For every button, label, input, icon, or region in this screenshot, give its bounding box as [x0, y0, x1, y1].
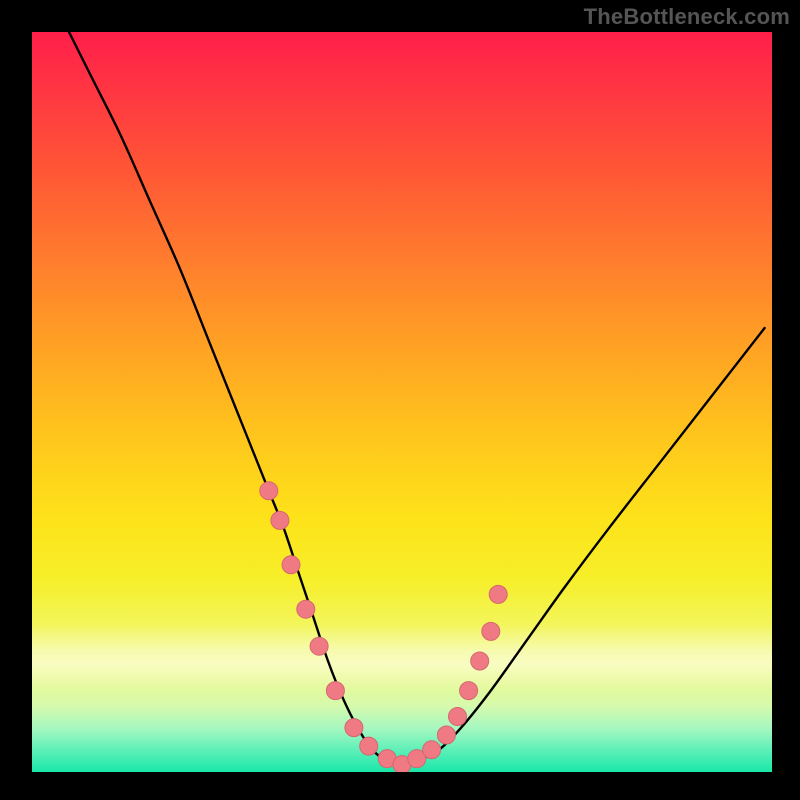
watermark-text: TheBottleneck.com — [584, 4, 790, 30]
curve-dot — [489, 585, 507, 603]
curve-dot — [310, 637, 328, 655]
curve-dot — [326, 682, 344, 700]
curve-dot — [460, 682, 478, 700]
curve-dot — [282, 556, 300, 574]
curve-svg — [32, 32, 772, 772]
curve-dot — [437, 726, 455, 744]
plot-area — [32, 32, 772, 772]
curve-dot — [260, 482, 278, 500]
curve-dot — [471, 652, 489, 670]
curve-dot — [271, 511, 289, 529]
curve-dot — [360, 737, 378, 755]
dot-layer — [260, 482, 507, 772]
curve-dot — [345, 719, 363, 737]
bottleneck-curve — [69, 32, 765, 765]
curve-dot — [449, 708, 467, 726]
chart-stage: TheBottleneck.com — [0, 0, 800, 800]
curve-dot — [423, 741, 441, 759]
curve-dot — [482, 622, 500, 640]
curve-dot — [297, 600, 315, 618]
